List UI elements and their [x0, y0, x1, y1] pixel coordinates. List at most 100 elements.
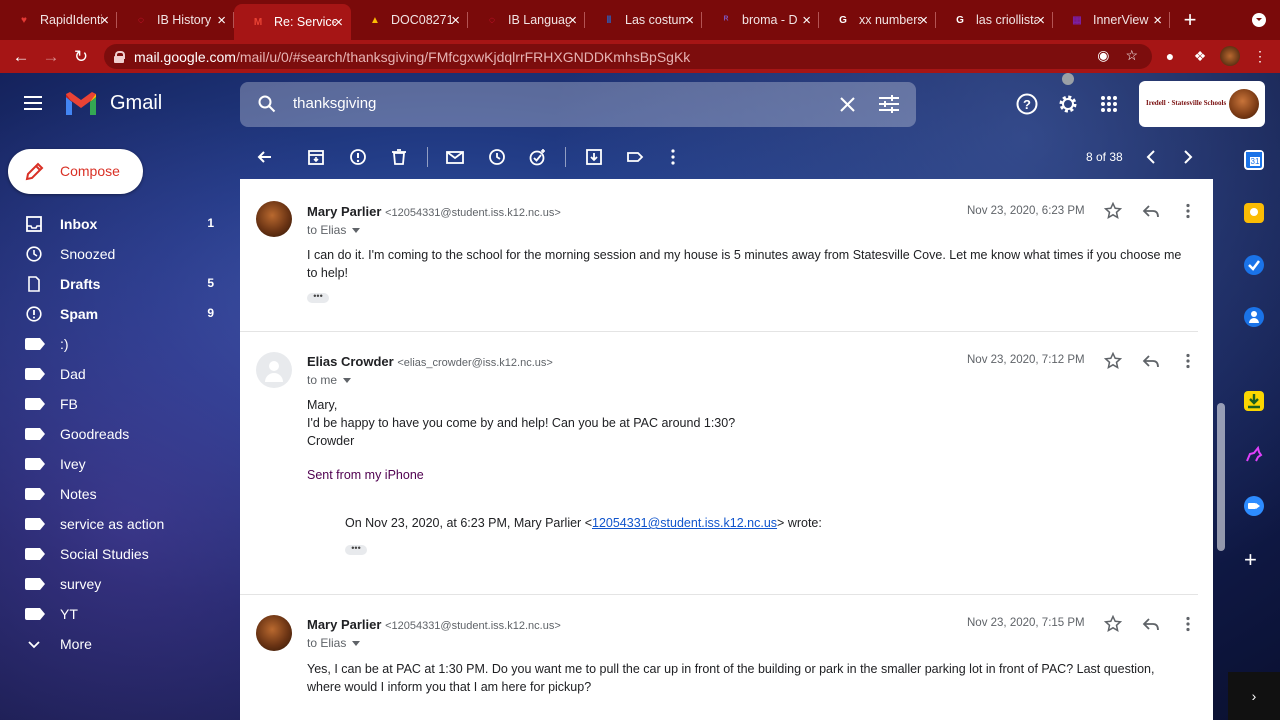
sidebar-item-service-as-action[interactable]: service as action [0, 509, 232, 539]
recipient-details[interactable]: to Elias [307, 223, 361, 237]
zoom-addon-icon[interactable] [1244, 496, 1264, 516]
close-tab-icon[interactable]: × [568, 12, 577, 29]
close-tab-icon[interactable]: × [1036, 12, 1045, 29]
sidebar-item-ivey[interactable]: Ivey [0, 449, 232, 479]
caret-down-icon[interactable] [352, 641, 361, 647]
browser-tab[interactable]: ᴿ broma - D × [702, 0, 819, 40]
browser-tab[interactable]: ▦ InnerView × [1053, 0, 1170, 40]
browser-tab[interactable]: M Re: Service × [234, 4, 351, 40]
star-icon[interactable] [1104, 202, 1122, 220]
close-tab-icon[interactable]: × [802, 12, 811, 29]
keep-icon[interactable] [1244, 203, 1264, 223]
snooze-icon[interactable] [487, 147, 507, 167]
avatar[interactable] [256, 352, 292, 388]
sender[interactable]: Mary Parlier <12054331@student.iss.k12.n… [307, 617, 561, 632]
puzzle-icon[interactable]: ❖ [1190, 46, 1210, 66]
close-tab-icon[interactable]: × [919, 12, 928, 29]
scrollbar-thumb[interactable] [1217, 403, 1225, 551]
calendar-icon[interactable]: 31 [1244, 150, 1264, 170]
reload-icon[interactable]: ↻ [66, 47, 96, 67]
get-addons-icon[interactable]: + [1244, 547, 1257, 573]
mark-unread-icon[interactable] [445, 147, 465, 167]
forward-icon[interactable]: → [36, 47, 66, 67]
more-options-icon[interactable] [663, 147, 683, 167]
avatar[interactable] [256, 615, 292, 651]
sidebar-item-inbox[interactable]: Inbox 1 [0, 209, 232, 239]
archive-icon[interactable] [306, 147, 326, 167]
account-switcher[interactable]: Iredell · Statesville Schools [1139, 81, 1265, 127]
close-tab-icon[interactable]: × [217, 12, 226, 29]
gmail-logo-icon[interactable] [64, 91, 98, 117]
browser-tab[interactable]: ◌ IB Language× [468, 0, 585, 40]
browser-tab[interactable]: Gxx numbers × [819, 0, 936, 40]
search-options-icon[interactable] [879, 95, 899, 113]
bookmark-star-icon[interactable]: ☆ [1125, 47, 1138, 64]
older-icon[interactable] [1141, 147, 1161, 167]
message-more-icon[interactable] [1179, 615, 1197, 633]
caret-down-icon[interactable] [352, 228, 361, 234]
close-tab-icon[interactable]: × [685, 12, 694, 29]
show-side-panel-icon[interactable]: › [1228, 672, 1280, 720]
search-bar[interactable]: thanksgiving [240, 82, 916, 127]
sender[interactable]: Mary Parlier <12054331@student.iss.k12.n… [307, 204, 561, 219]
star-icon[interactable] [1104, 352, 1122, 370]
sidebar-item-dad[interactable]: Dad [0, 359, 232, 389]
reply-icon[interactable] [1142, 615, 1160, 633]
caret-down-icon[interactable] [343, 378, 352, 384]
browser-tab[interactable]: ◌ IB History × [117, 0, 234, 40]
apps-grid-icon[interactable] [1101, 96, 1117, 112]
move-to-icon[interactable] [584, 147, 604, 167]
main-menu-icon[interactable] [24, 96, 42, 110]
download-addon-icon[interactable] [1244, 391, 1264, 411]
close-tab-icon[interactable]: × [100, 12, 109, 29]
browser-tab[interactable]: ♥ RapidIdentity× [0, 0, 117, 40]
contacts-icon[interactable] [1244, 307, 1264, 327]
sidebar-item-drafts[interactable]: Drafts 5 [0, 269, 232, 299]
recipient-details[interactable]: to Elias [307, 636, 361, 650]
sidebar-item-yt[interactable]: YT [0, 599, 232, 629]
back-icon[interactable]: ← [6, 47, 36, 67]
sidebar-item-survey[interactable]: survey [0, 569, 232, 599]
message-more-icon[interactable] [1179, 202, 1197, 220]
newer-icon[interactable] [1178, 147, 1198, 167]
sidebar-item-spam[interactable]: Spam 9 [0, 299, 232, 329]
settings-gear-icon[interactable] [1057, 93, 1079, 115]
delete-icon[interactable] [389, 147, 409, 167]
close-tab-icon[interactable]: × [1153, 12, 1162, 29]
close-tab-icon[interactable]: × [334, 14, 343, 31]
avatar[interactable] [1229, 89, 1259, 119]
report-spam-icon[interactable] [348, 147, 368, 167]
search-icon[interactable] [258, 95, 276, 113]
reply-icon[interactable] [1142, 352, 1160, 370]
reply-icon[interactable] [1142, 202, 1160, 220]
show-trimmed-content-button[interactable]: ••• [345, 544, 367, 555]
sidebar-item-social-studies[interactable]: Social Studies [0, 539, 232, 569]
browser-tab[interactable]: ▲ DOC08271 × [351, 0, 468, 40]
sidebar-item-goodreads[interactable]: Goodreads [0, 419, 232, 449]
sidebar-item-[interactable]: :) [0, 329, 232, 359]
add-to-tasks-icon[interactable] [528, 147, 548, 167]
tasks-icon[interactable] [1244, 255, 1264, 275]
eye-icon[interactable]: ◉ [1097, 47, 1109, 64]
browser-tab[interactable]: Glas criollistas× [936, 0, 1053, 40]
avatar[interactable] [256, 201, 292, 237]
back-to-search-icon[interactable] [255, 147, 275, 167]
clear-search-icon[interactable] [840, 97, 855, 112]
help-icon[interactable]: ? [1016, 93, 1038, 115]
sidebar-item-fb[interactable]: FB [0, 389, 232, 419]
new-tab-button[interactable]: + [1170, 7, 1210, 33]
message-more-icon[interactable] [1179, 352, 1197, 370]
show-trimmed-content-button[interactable]: ••• [307, 292, 329, 303]
profile-avatar[interactable] [1220, 46, 1240, 66]
browser-tab[interactable]: ‖ Las costumbres× [585, 0, 702, 40]
recipient-details[interactable]: to me [307, 373, 352, 387]
address-bar[interactable]: mail.google.com/mail/u/0/#search/thanksg… [104, 44, 1152, 69]
profile-menu-icon[interactable] [1252, 13, 1266, 27]
star-icon[interactable] [1104, 615, 1122, 633]
kebab-menu-icon[interactable]: ⋮ [1250, 46, 1270, 66]
search-input[interactable]: thanksgiving [293, 95, 376, 112]
compose-button[interactable]: Compose [8, 149, 143, 194]
sidebar-item-more[interactable]: More [0, 629, 232, 659]
unicorn-addon-icon[interactable] [1244, 445, 1264, 465]
close-tab-icon[interactable]: × [451, 12, 460, 29]
